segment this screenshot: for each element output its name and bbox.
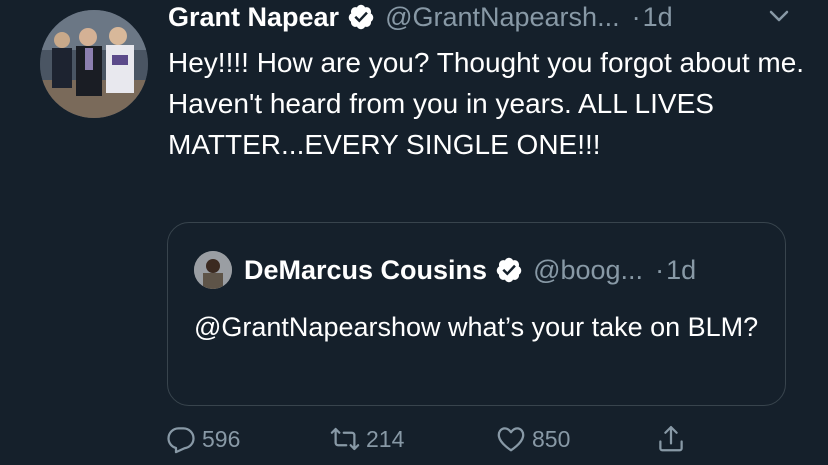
reply-icon bbox=[167, 427, 195, 454]
separator-dot: · bbox=[655, 254, 665, 285]
author-handle[interactable]: @GrantNapearsh... bbox=[385, 2, 620, 33]
quoted-author-handle: @boog... bbox=[533, 254, 644, 285]
share-button[interactable] bbox=[656, 424, 692, 454]
quoted-avatar-photo bbox=[194, 251, 232, 289]
tweet-text: Hey!!!! How are you? Thought you forgot … bbox=[168, 47, 820, 160]
quoted-author-name: DeMarcus Cousins bbox=[244, 254, 488, 285]
tweet-timestamp[interactable]: 1d bbox=[643, 2, 673, 33]
share-icon bbox=[659, 426, 683, 452]
tweet-header: Grant Napear @GrantNapearsh... · 1d bbox=[168, 0, 673, 34]
retweet-button[interactable]: 214 bbox=[330, 424, 404, 454]
quoted-tweet-header: DeMarcus Cousins @boog... · 1d bbox=[244, 253, 696, 287]
heart-icon bbox=[497, 427, 525, 452]
quoted-timestamp: 1d bbox=[666, 254, 697, 285]
reply-button[interactable]: 596 bbox=[166, 424, 240, 454]
quoted-author-avatar bbox=[194, 251, 232, 289]
separator-dot: · bbox=[631, 1, 641, 32]
tweet-action-bar: 596 214 850 bbox=[0, 424, 828, 460]
retweet-count: 214 bbox=[366, 425, 405, 452]
retweet-icon bbox=[330, 427, 360, 451]
like-button[interactable]: 850 bbox=[496, 424, 570, 454]
avatar-photo bbox=[40, 10, 148, 118]
quoted-tweet-text: @GrantNapearshow what’s your take on BLM… bbox=[194, 312, 759, 342]
like-count: 850 bbox=[532, 425, 571, 452]
quoted-tweet-card[interactable]: DeMarcus Cousins @boog... · 1d @GrantNap… bbox=[167, 222, 786, 406]
chevron-down-icon[interactable] bbox=[766, 5, 792, 27]
author-avatar[interactable] bbox=[40, 10, 148, 118]
reply-count: 596 bbox=[202, 425, 241, 452]
verified-badge-icon bbox=[495, 256, 523, 284]
verified-badge-icon bbox=[347, 3, 375, 31]
author-name[interactable]: Grant Napear bbox=[168, 2, 339, 33]
